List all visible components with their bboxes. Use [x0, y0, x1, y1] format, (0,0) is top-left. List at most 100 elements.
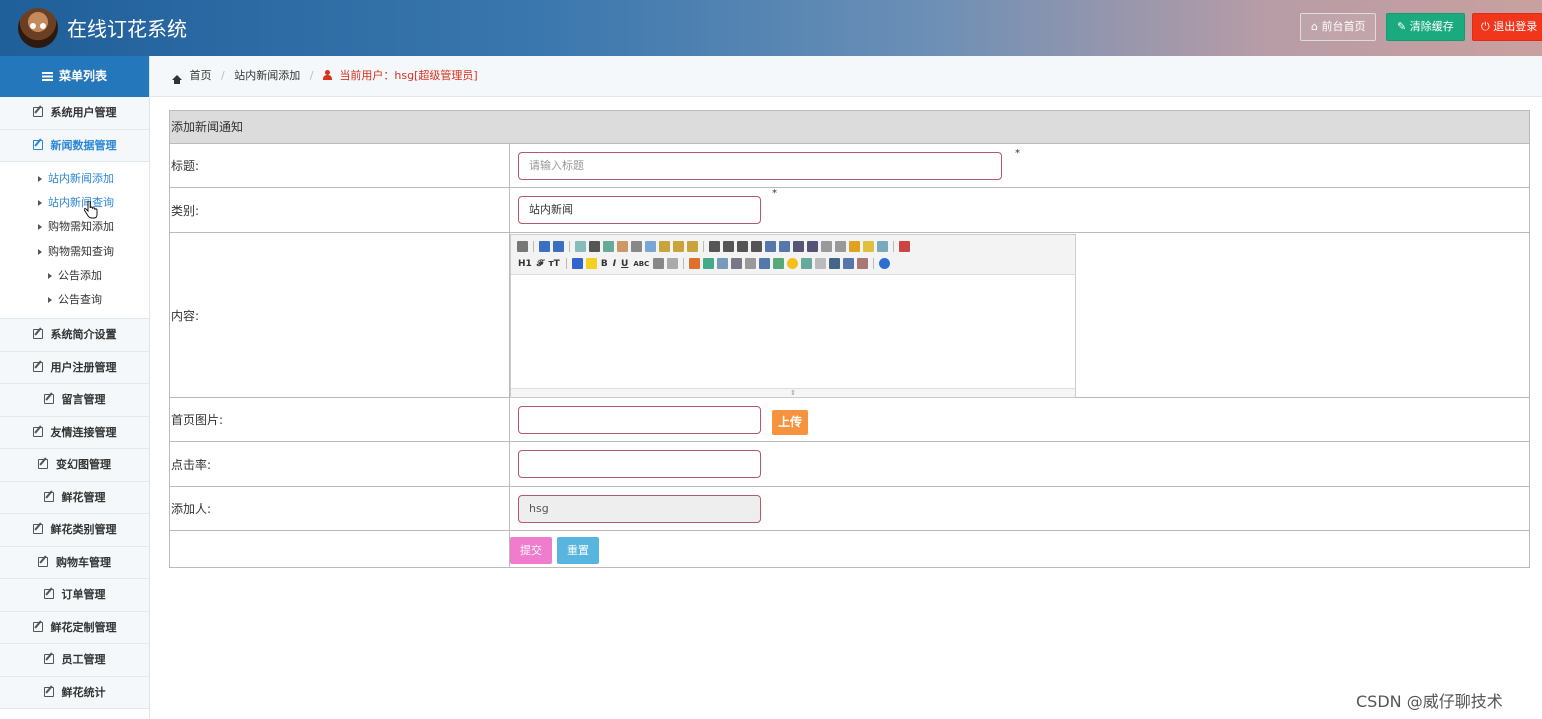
font-family-dropdown[interactable]: 𝓕	[536, 259, 545, 269]
logout-button[interactable]: ⏻ 退出登录	[1472, 13, 1542, 41]
reset-button[interactable]: 重置	[557, 537, 599, 564]
redo-icon[interactable]	[553, 241, 564, 252]
sidebar-item-flowers[interactable]: 鲜花管理	[0, 481, 149, 515]
title-row: 标题: 请输入标题 *	[170, 144, 1529, 188]
sidebar-item-intro[interactable]: 系统简介设置	[0, 319, 149, 352]
link-icon[interactable]	[843, 258, 855, 269]
background-color-icon[interactable]	[585, 258, 597, 269]
align-center-icon[interactable]	[723, 241, 734, 252]
emoticon-icon[interactable]	[787, 258, 799, 269]
submenu-news-query[interactable]: 站内新闻查询	[0, 191, 149, 215]
paste-text-icon[interactable]	[673, 241, 684, 252]
news-submenu: 站内新闻添加 站内新闻查询 购物需知添加 购物需知查询 公告添加 公告查询	[0, 162, 149, 320]
underline-button[interactable]: U	[620, 259, 629, 269]
eraser-icon[interactable]	[667, 258, 679, 269]
submenu-notice-query[interactable]: 公告查询	[0, 288, 149, 312]
map-icon[interactable]	[801, 258, 813, 269]
subscript-icon[interactable]	[821, 241, 832, 252]
clicks-input[interactable]	[518, 450, 761, 478]
sidebar-item-staff[interactable]: 员工管理	[0, 644, 149, 677]
actions-row: 提交 重置	[170, 531, 1529, 567]
table-icon[interactable]	[759, 258, 771, 269]
sidebar-item-cart[interactable]: 购物车管理	[0, 546, 149, 580]
cut-icon[interactable]	[631, 241, 642, 252]
ordered-list-icon[interactable]	[765, 241, 776, 252]
superscript-icon[interactable]	[835, 241, 846, 252]
italic-button[interactable]: I	[612, 259, 617, 269]
multi-image-icon[interactable]	[703, 258, 715, 269]
sidebar-item-messages[interactable]: 留言管理	[0, 384, 149, 417]
app-title: 在线订花系统	[67, 17, 187, 41]
strikethrough-button[interactable]: ABC	[632, 260, 650, 268]
code-icon[interactable]	[617, 241, 628, 252]
indent-icon[interactable]	[793, 241, 804, 252]
paste-word-icon[interactable]	[687, 241, 698, 252]
avatar-logo-icon	[18, 8, 58, 48]
rich-text-editor[interactable]: H1 𝓕 ᴛT B I U ABC ⇕	[510, 234, 1076, 398]
print-icon[interactable]	[589, 241, 600, 252]
sidebar-item-statistics[interactable]: 鲜花统计	[0, 676, 149, 710]
edit-icon	[32, 139, 43, 150]
align-left-icon[interactable]	[709, 241, 720, 252]
anchor-icon[interactable]	[829, 258, 841, 269]
horizontal-line-icon[interactable]	[773, 258, 785, 269]
menu-list-header: 菜单列表	[0, 56, 149, 97]
top-header: 在线订花系统 ⌂ 前台首页 ✎ 清除缓存 ⏻ 退出登录	[0, 0, 1542, 56]
align-right-icon[interactable]	[737, 241, 748, 252]
category-select[interactable]: 站内新闻	[518, 196, 761, 224]
sidebar-item-news[interactable]: 新闻数据管理	[0, 129, 149, 162]
preview-icon[interactable]	[575, 241, 586, 252]
submenu-news-add[interactable]: 站内新闻添加	[0, 167, 149, 191]
required-mark: *	[1015, 148, 1020, 159]
breadcrumb-page[interactable]: 站内新闻添加	[234, 69, 300, 82]
sidebar-item-system-users[interactable]: 系统用户管理	[0, 97, 149, 130]
fullscreen-icon[interactable]	[899, 241, 910, 252]
flash-icon[interactable]	[717, 258, 729, 269]
help-icon[interactable]	[879, 258, 891, 269]
editor-toolbar-row-2: H1 𝓕 ᴛT B I U ABC	[517, 255, 1069, 272]
add-news-form: 添加新闻通知 标题: 请输入标题 * 类别: 站内新闻 * 内容: H1 𝓕 ᴛ…	[169, 110, 1530, 568]
bold-button[interactable]: B	[600, 259, 609, 269]
paste-icon[interactable]	[659, 241, 670, 252]
watermark: CSDN @威仔聊技术	[1356, 692, 1503, 711]
editor-content-area[interactable]	[511, 275, 1075, 388]
submenu-shopping-guide-add[interactable]: 购物需知添加	[0, 215, 149, 239]
sidebar-item-customization[interactable]: 鲜花定制管理	[0, 611, 149, 645]
pagebreak-icon[interactable]	[815, 258, 827, 269]
line-height-icon[interactable]	[653, 258, 665, 269]
copy-icon[interactable]	[645, 241, 656, 252]
unlink-icon[interactable]	[857, 258, 869, 269]
image-icon[interactable]	[689, 258, 701, 269]
attachment-icon[interactable]	[745, 258, 757, 269]
font-size-dropdown[interactable]: ᴛT	[547, 259, 560, 269]
clear-cache-button[interactable]: ✎ 清除缓存	[1386, 13, 1465, 41]
select-all-icon[interactable]	[877, 241, 888, 252]
submenu-shopping-guide-query[interactable]: 购物需知查询	[0, 240, 149, 264]
breadcrumb-home[interactable]: 首页	[190, 69, 212, 82]
clear-format-icon[interactable]	[849, 241, 860, 252]
unordered-list-icon[interactable]	[779, 241, 790, 252]
edit-icon	[32, 621, 43, 632]
title-input[interactable]: 请输入标题	[518, 152, 1002, 180]
sidebar-item-registration[interactable]: 用户注册管理	[0, 351, 149, 385]
source-icon[interactable]	[517, 241, 528, 252]
template-icon[interactable]	[603, 241, 614, 252]
outdent-icon[interactable]	[807, 241, 818, 252]
media-icon[interactable]	[731, 258, 743, 269]
sidebar-item-orders[interactable]: 订单管理	[0, 579, 149, 612]
justify-icon[interactable]	[751, 241, 762, 252]
list-icon	[41, 72, 53, 81]
sidebar-item-slides[interactable]: 变幻图管理	[0, 449, 149, 482]
text-color-icon[interactable]	[571, 258, 583, 269]
submit-button[interactable]: 提交	[510, 537, 552, 564]
sidebar-item-links[interactable]: 友情连接管理	[0, 416, 149, 450]
quick-format-icon[interactable]	[863, 241, 874, 252]
image-path-input[interactable]	[518, 406, 761, 434]
heading-dropdown[interactable]: H1	[517, 259, 533, 269]
submenu-notice-add[interactable]: 公告添加	[0, 264, 149, 288]
editor-resize-handle[interactable]: ⇕	[511, 388, 1075, 397]
upload-button[interactable]: 上传	[772, 410, 809, 435]
front-home-button[interactable]: ⌂ 前台首页	[1300, 13, 1377, 41]
sidebar-item-flower-categories[interactable]: 鲜花类别管理	[0, 514, 149, 547]
undo-icon[interactable]	[539, 241, 550, 252]
